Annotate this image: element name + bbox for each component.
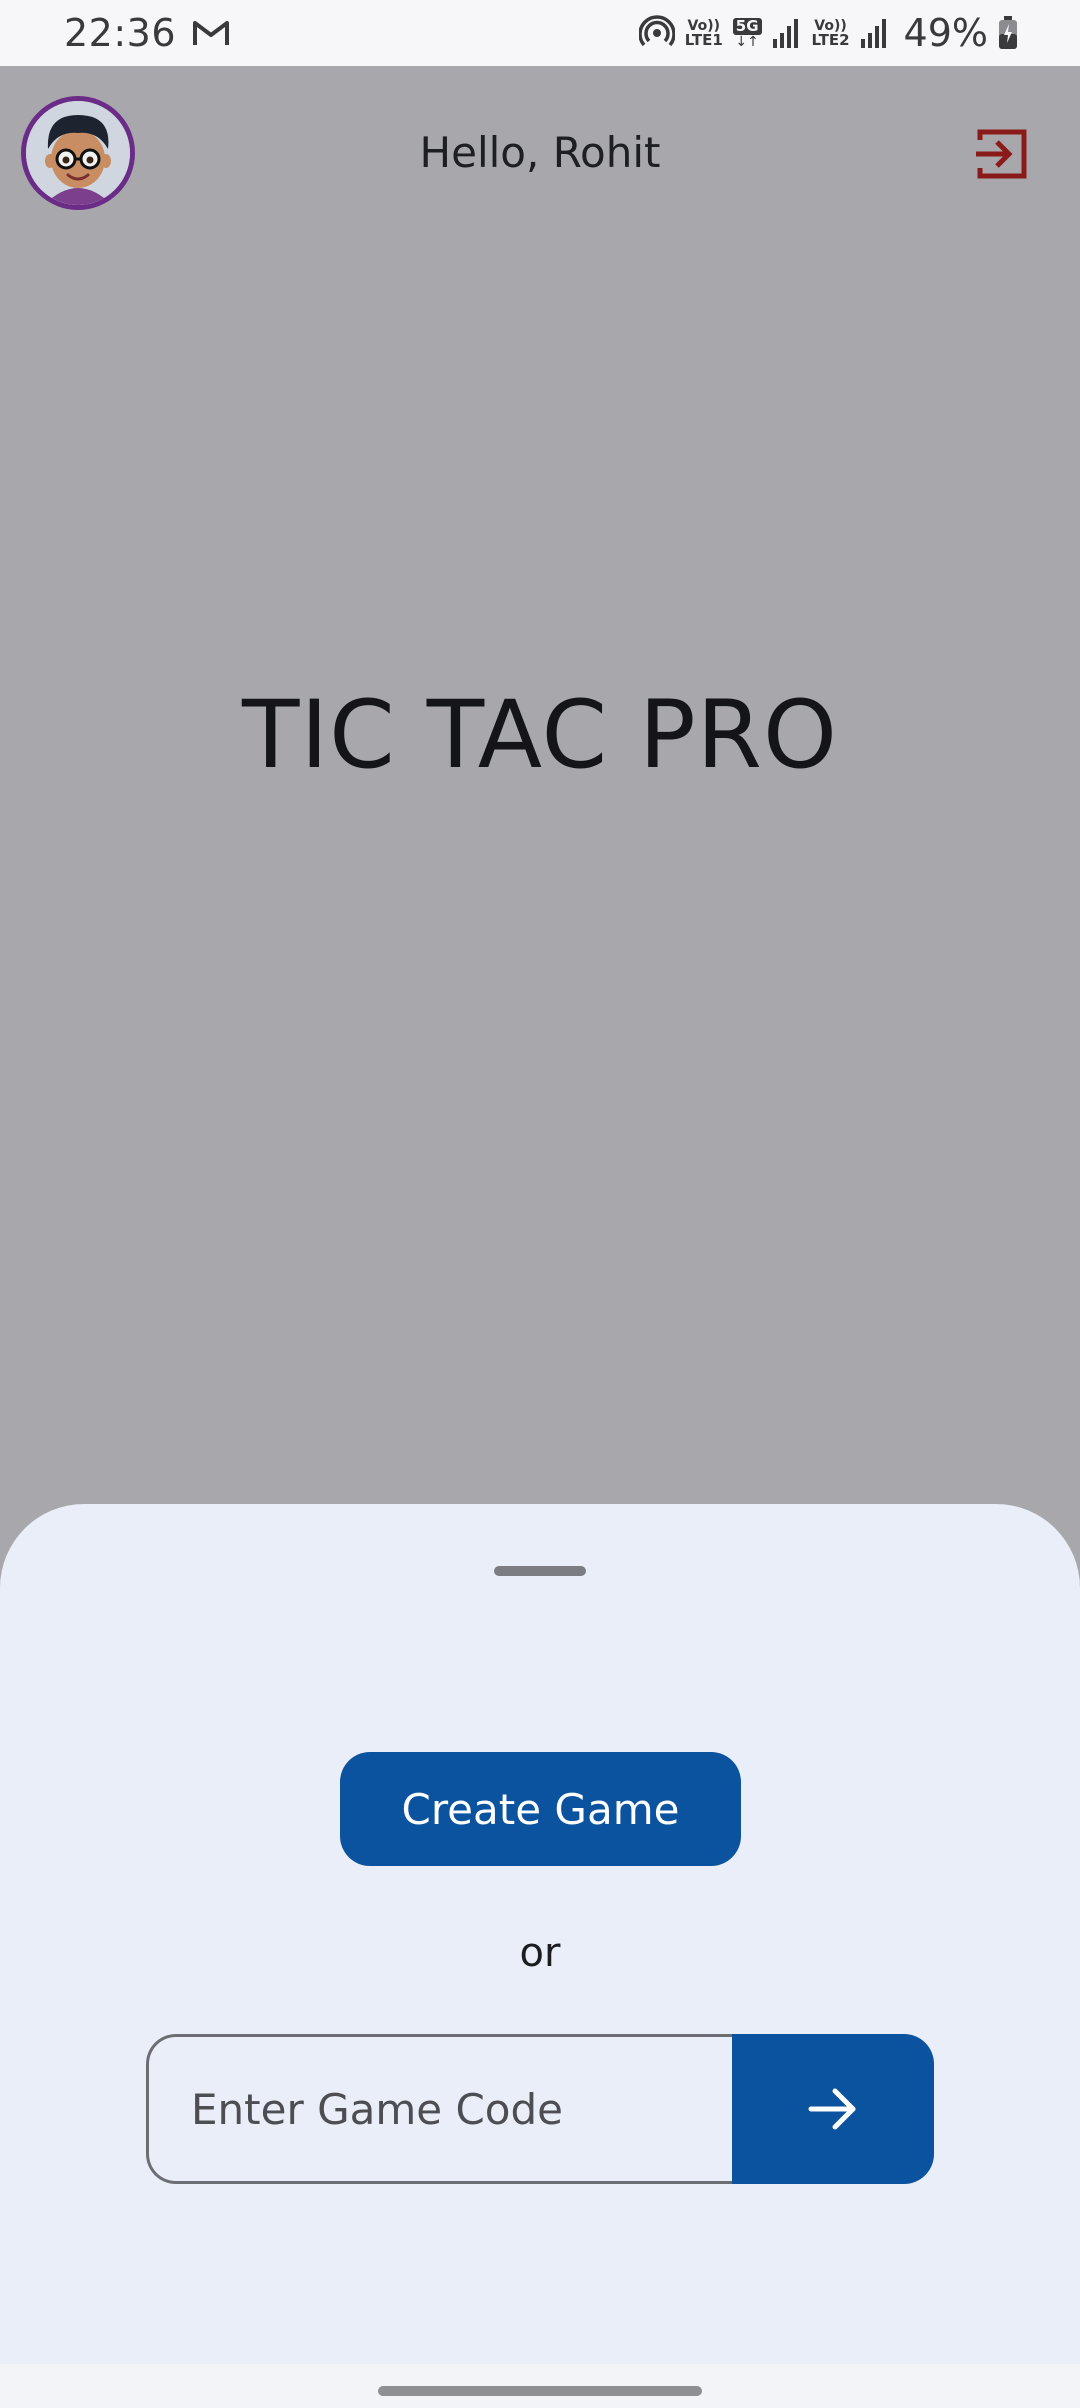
greeting: Hello, Rohit	[419, 128, 661, 177]
create-game-button[interactable]: Create Game	[340, 1752, 741, 1866]
network-5g-icon: 5G ↓↑	[732, 17, 762, 50]
game-code-field	[146, 2034, 934, 2184]
network-lte1-bottom: LTE1	[684, 30, 723, 49]
status-time: 22:36	[64, 11, 177, 55]
arrow-right-icon	[808, 2088, 856, 2130]
network-lte2-icon: Vo)) LTE2	[812, 19, 850, 48]
join-game-button[interactable]	[732, 2034, 934, 2184]
bottom-sheet: Create Game or	[0, 1504, 1080, 2364]
home-gesture-handle[interactable]	[378, 2386, 702, 2396]
status-icons: Vo)) LTE1 5G ↓↑ Vo)) LTE2 49%	[638, 11, 1018, 55]
hotspot-icon	[638, 15, 675, 47]
battery-percent: 49%	[903, 11, 988, 55]
game-code-input[interactable]	[146, 2034, 732, 2184]
app-title: TIC TAC PRO	[242, 681, 838, 790]
gmail-icon	[193, 21, 230, 45]
status-bar: 22:36 Vo)) LTE1 5G ↓↑ Vo)) LTE2 49%	[0, 0, 1080, 66]
data-arrows-icon: ↓↑	[735, 33, 759, 50]
signal-icon	[772, 19, 798, 48]
navigation-bar	[0, 2364, 1080, 2408]
battery-icon	[999, 16, 1017, 49]
drag-handle[interactable]	[494, 1566, 586, 1576]
network-lte1-icon: Vo)) LTE1	[685, 19, 723, 48]
or-label: or	[519, 1930, 561, 1976]
network-lte2-bottom: LTE2	[811, 30, 850, 49]
signal-icon	[860, 19, 886, 48]
network-5g-label: 5G	[732, 17, 762, 35]
logout-icon[interactable]	[972, 126, 1032, 182]
